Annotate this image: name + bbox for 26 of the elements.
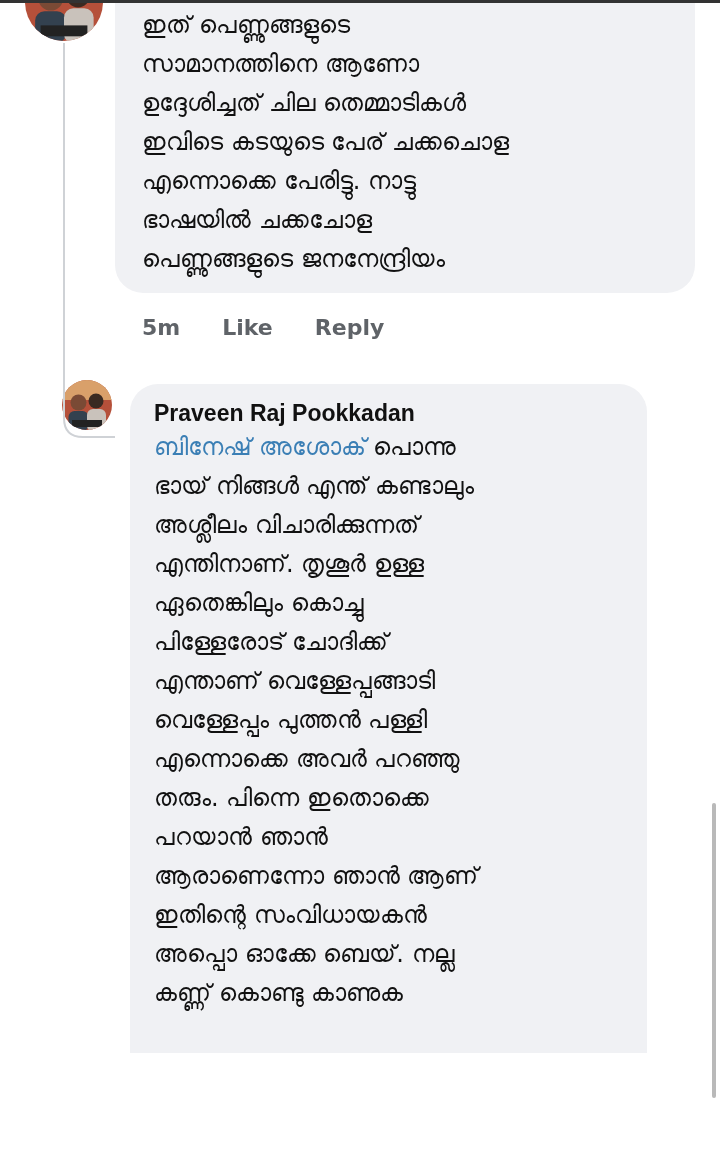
like-link[interactable]: Like xyxy=(222,311,273,344)
comment-text: ഏതെങ്കിലും കൊച്ചു xyxy=(154,584,635,623)
comment-text: പറയാൻ ഞാൻ xyxy=(154,822,329,853)
comment-text: ഭാഷയിൽ ചക്കചോള xyxy=(142,205,373,236)
comment-text: ഇത് പെണ്ണുങ്ങളുടെ xyxy=(142,6,679,45)
comment-author: Praveen Raj Pookkadan xyxy=(154,399,416,428)
comment-text: ആരാണെന്നോ ഞാൻ ആണ് xyxy=(154,861,482,892)
comment-text: എന്താണ് വെള്ളേപ്പങ്ങാടി xyxy=(154,662,635,701)
comment-text: എന്നൊക്കെ അവർ പറഞ്ഞു xyxy=(154,744,462,775)
comment-text: പൊന്നു xyxy=(372,433,457,461)
comment-text: പെണ്ണുങ്ങളുടെ ജനനേന്ദ്രിയം xyxy=(142,240,679,279)
comment-text: വെള്ളേപ്പം പുത്തൻ പള്ളി xyxy=(154,701,635,740)
comment-time: 5m xyxy=(142,314,181,342)
comment-text: സാമാനത്തിനെ ആണോ xyxy=(142,49,420,80)
comment-text: ഭായ് നിങ്ങൾ എന്ത് കണ്ടാലും xyxy=(154,471,475,502)
comment-text: തരും. പിന്നെ ഇതൊക്കെ xyxy=(154,783,430,814)
comment-text: ഉദ്ദേശിച്ചത് ചില തെമ്മാടികൾ xyxy=(142,88,468,119)
comment-text: കണ്ണ് കൊണ്ടു കാണുക xyxy=(154,974,635,1013)
comment-text: ഇവിടെ കടയുടെ പേര് ചക്കചൊള xyxy=(142,127,510,158)
comment-text: എന്തിനാണ്. തൃശൂർ ഉള്ള xyxy=(154,549,425,580)
comment-text: എന്നൊക്കെ പേരിട്ടു. നാട്ടു xyxy=(142,162,679,201)
comment-text: പിള്ളേരോട് ചോദിക്ക് xyxy=(154,623,635,662)
comment-text: അശ്ലീലം വിചാരിക്കുന്നത് xyxy=(154,506,635,545)
reply-link[interactable]: Reply xyxy=(314,311,385,344)
comment-text: ഇതിന്റെ സംവിധായകൻ xyxy=(154,900,428,932)
comment-text: അപ്പൊ ഓക്കേ ബെയ്. നല്ല xyxy=(154,935,635,974)
